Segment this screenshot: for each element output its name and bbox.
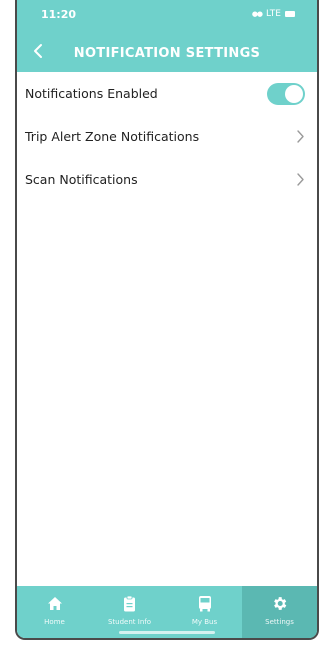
gear-icon [271, 594, 289, 612]
chevron-right-icon [295, 173, 305, 187]
network-label: LTE [266, 9, 281, 19]
setting-label: Notifications Enabled [25, 86, 158, 101]
battery-icon [285, 11, 295, 17]
setting-scan-notifications[interactable]: Scan Notifications [17, 158, 317, 201]
home-indicator [119, 631, 215, 634]
app-frame: 11:20 ●● LTE NOTIFICATION SETTINGS Notif… [15, 0, 319, 640]
status-indicators: ●● LTE [252, 9, 295, 19]
status-time: 11:20 [41, 8, 77, 21]
tab-label: Home [44, 618, 65, 626]
toggle-knob [285, 84, 303, 103]
home-icon [46, 594, 64, 612]
setting-notifications-enabled[interactable]: Notifications Enabled [17, 72, 317, 115]
tab-bar: Home Student Info My Bus Settings [17, 586, 317, 638]
bus-icon [196, 594, 214, 612]
page-title: NOTIFICATION SETTINGS [73, 46, 261, 61]
tab-settings[interactable]: Settings [242, 586, 317, 638]
tab-label: My Bus [191, 618, 218, 626]
setting-trip-alert-zone[interactable]: Trip Alert Zone Notifications [17, 115, 317, 158]
app-header: 11:20 ●● LTE NOTIFICATION SETTINGS [17, 0, 317, 72]
tab-label: Student Info [107, 618, 152, 626]
signal-icon: ●● [251, 10, 263, 18]
notifications-toggle[interactable] [267, 82, 305, 105]
tab-home[interactable]: Home [17, 586, 92, 638]
tab-label: Settings [265, 618, 294, 626]
clipboard-icon [121, 594, 139, 612]
settings-list: Notifications Enabled Trip Alert Zone No… [17, 72, 317, 201]
setting-label: Trip Alert Zone Notifications [25, 129, 200, 144]
setting-label: Scan Notifications [25, 172, 138, 187]
chevron-right-icon [295, 130, 305, 144]
phone-screen: 11:20 ●● LTE NOTIFICATION SETTINGS Notif… [0, 0, 334, 648]
